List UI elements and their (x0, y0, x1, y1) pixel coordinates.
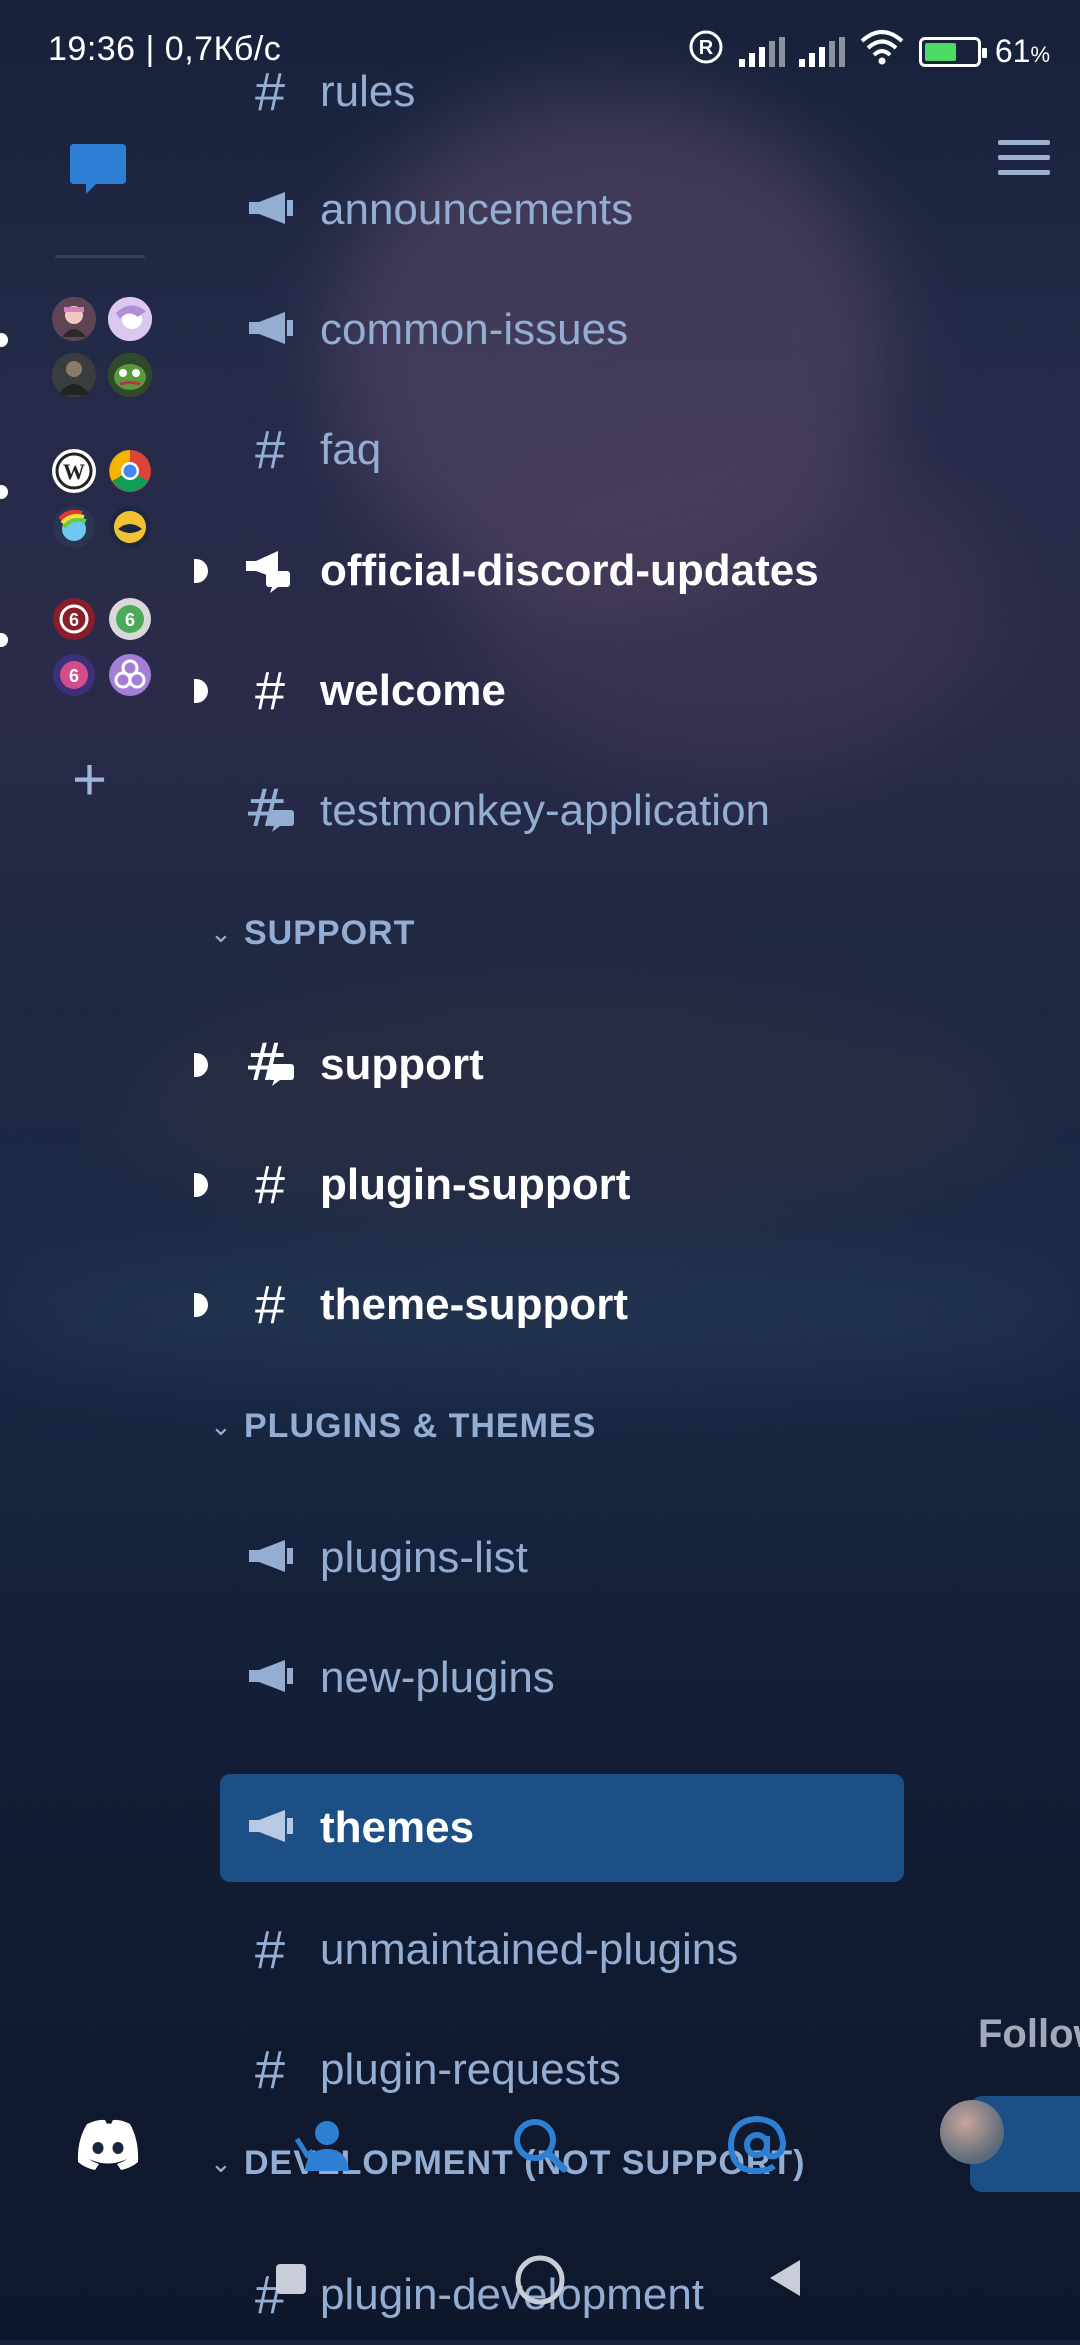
category-label: SUPPORT (244, 913, 416, 952)
channel-name: themes (320, 1803, 475, 1852)
announcement-icon (240, 1648, 300, 1708)
user-avatar[interactable] (940, 2100, 1004, 2164)
server-icon-anime-avatar[interactable] (108, 297, 152, 341)
hash-thread-icon: # (240, 781, 300, 841)
unread-pill (0, 633, 8, 647)
server-icon-pepe-avatar[interactable] (108, 353, 152, 397)
server-folder[interactable]: W (0, 447, 156, 553)
server-rail: W 6 6 6 + (0, 100, 200, 2200)
server-icon-rainbow-six-green[interactable]: 6 (108, 597, 152, 641)
channel-name: new-plugins (320, 1653, 555, 1702)
channel-name: official-discord-updates (320, 546, 819, 595)
channel-plugin-support[interactable]: # plugin-support (194, 1135, 900, 1235)
direct-messages-icon[interactable] (68, 140, 128, 200)
mentions-icon[interactable] (712, 2100, 802, 2190)
battery-icon (918, 36, 987, 67)
svg-text:6: 6 (125, 610, 135, 630)
search-icon[interactable] (495, 2100, 585, 2190)
hash-icon: # (254, 661, 286, 721)
hash-icon: # (254, 420, 286, 480)
channel-name: support (320, 1040, 484, 1089)
chevron-down-icon: ⌄ (210, 1410, 232, 1441)
rail-divider (55, 255, 145, 258)
announcement-thread-icon (240, 541, 300, 601)
home-button-icon[interactable] (514, 2254, 566, 2311)
channel-announcements[interactable]: announcements (200, 160, 900, 260)
channel-welcome[interactable]: # welcome (194, 641, 900, 741)
friends-icon[interactable] (280, 2100, 370, 2190)
channel-name: faq (320, 425, 382, 474)
discord-home-icon[interactable] (63, 2100, 153, 2190)
menu-icon[interactable] (998, 140, 1050, 176)
channel-theme-support[interactable]: # theme-support (194, 1255, 900, 1355)
channel-name: rules (320, 67, 416, 116)
channel-name: plugin-support (320, 1160, 631, 1209)
follow-text: Follow (978, 2012, 1080, 2056)
unread-indicator (194, 1053, 208, 1077)
channel-testmonkey-application[interactable]: # testmonkey-application (200, 761, 900, 861)
hash-icon: # (254, 62, 286, 122)
announcement-icon (240, 1528, 300, 1588)
unread-pill (0, 333, 8, 347)
chevron-down-icon: ⌄ (210, 917, 232, 948)
unread-indicator (194, 679, 208, 703)
announcement-icon (240, 180, 300, 240)
channel-name: unmaintained-plugins (320, 1925, 739, 1974)
announcement-icon (240, 1798, 300, 1858)
channel-rules[interactable]: # rules (200, 42, 900, 142)
channel-faq[interactable]: # faq (200, 400, 900, 500)
server-icon-python-like[interactable] (108, 505, 152, 549)
channel-support[interactable]: # support (194, 1015, 900, 1115)
announcement-icon (240, 300, 300, 360)
server-icon-rainbow-six-red[interactable]: 6 (52, 597, 96, 641)
channel-plugins-list[interactable]: plugins-list (200, 1508, 900, 1608)
channel-unmaintained-plugins[interactable]: # unmaintained-plugins (200, 1900, 900, 2000)
recent-apps-icon[interactable] (274, 2262, 308, 2301)
svg-text:W: W (63, 459, 85, 484)
channel-name: common-issues (320, 305, 629, 354)
back-icon[interactable] (766, 2258, 804, 2303)
hash-thread-icon: # (240, 1035, 300, 1095)
server-icon-wordpress[interactable]: W (52, 449, 96, 493)
hash-icon: # (254, 1275, 286, 1335)
svg-text:6: 6 (69, 610, 79, 630)
channel-name: plugin-requests (320, 2045, 621, 2094)
unread-pill (0, 485, 8, 499)
category-label: PLUGINS & THEMES (244, 1406, 597, 1445)
server-icon-chrome[interactable] (108, 449, 152, 493)
channel-name: welcome (320, 666, 506, 715)
unread-indicator (194, 1293, 208, 1317)
channel-name: announcements (320, 185, 634, 234)
bottom-nav (0, 2090, 1080, 2200)
unread-indicator (194, 559, 208, 583)
system-nav (0, 2240, 1080, 2340)
unread-indicator (194, 1173, 208, 1197)
server-icon-circles-purple[interactable] (108, 653, 152, 697)
battery-percent: 61% (994, 33, 1050, 69)
server-icon-girl-avatar[interactable] (52, 297, 96, 341)
server-icon-rainbow-dash[interactable] (52, 505, 96, 549)
server-icon-soldier-avatar[interactable] (52, 353, 96, 397)
server-icon-rainbow-six-purple[interactable]: 6 (52, 653, 96, 697)
channel-name: theme-support (320, 1280, 628, 1329)
channel-themes[interactable]: themes (200, 1774, 904, 1882)
channel-name: plugins-list (320, 1533, 528, 1582)
channel-new-plugins[interactable]: new-plugins (200, 1628, 900, 1728)
channel-official-discord-updates[interactable]: official-discord-updates (194, 521, 900, 621)
channel-common-issues[interactable]: common-issues (200, 280, 900, 380)
server-folder[interactable]: 6 6 6 (0, 595, 156, 701)
svg-text:6: 6 (69, 666, 79, 686)
hash-icon: # (254, 1920, 286, 1980)
channel-name: testmonkey-application (320, 786, 771, 835)
server-folder[interactable] (0, 295, 156, 401)
add-server-button[interactable]: + (72, 750, 107, 810)
hash-icon: # (254, 1155, 286, 1215)
